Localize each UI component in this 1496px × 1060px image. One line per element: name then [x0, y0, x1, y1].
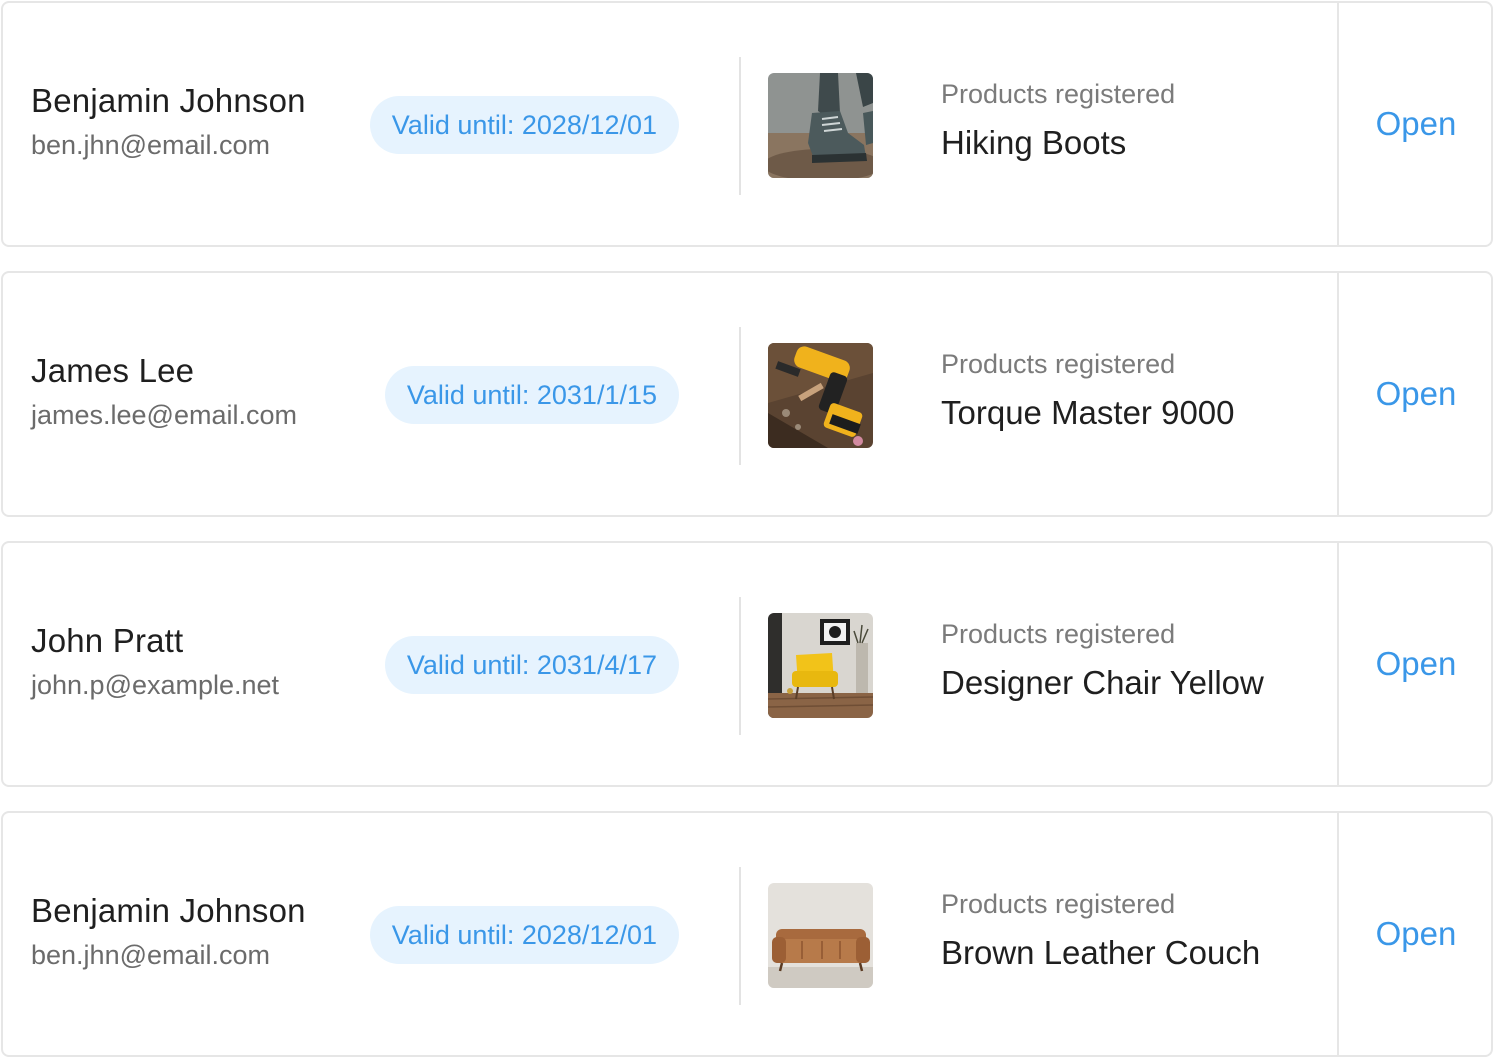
product-name: Torque Master 9000: [941, 394, 1235, 431]
product-info: Products registered Hiking Boots: [941, 77, 1331, 163]
validity-badge: Valid until: 2028/12/01: [369, 906, 679, 964]
product-info: Products registered Designer Chair Yello…: [941, 617, 1331, 703]
validity-badge: Valid until: 2031/1/15: [384, 366, 679, 424]
divider: [739, 867, 741, 1005]
customer-email: john.p@example.net: [31, 670, 280, 700]
open-button[interactable]: Open: [1339, 543, 1493, 785]
customer-email: ben.jhn@email.com: [31, 940, 271, 970]
customer-name: John Pratt: [31, 622, 184, 659]
product-caption: Products registered: [941, 349, 1176, 379]
yellow-armchair-image: [768, 613, 873, 718]
product-thumbnail: [768, 613, 873, 718]
validity-badge: Valid until: 2031/4/17: [384, 636, 679, 694]
product-caption: Products registered: [941, 619, 1176, 649]
registration-card: Benjamin Johnson ben.jhn@email.com Valid…: [1, 1, 1493, 247]
product-caption: Products registered: [941, 79, 1176, 109]
registration-list: Benjamin Johnson ben.jhn@email.com Valid…: [0, 0, 1496, 1060]
product-info: Products registered Torque Master 9000: [941, 347, 1331, 433]
divider: [739, 57, 741, 195]
product-thumbnail: [768, 343, 873, 448]
customer-name: Benjamin Johnson: [31, 892, 306, 929]
product-name: Brown Leather Couch: [941, 934, 1261, 971]
registration-card: James Lee james.lee@email.com Valid unti…: [1, 271, 1493, 517]
divider: [739, 327, 741, 465]
product-caption: Products registered: [941, 889, 1176, 919]
hiking-boots-image: [768, 73, 873, 178]
customer-email: ben.jhn@email.com: [31, 130, 271, 160]
validity-badge: Valid until: 2028/12/01: [369, 96, 679, 154]
leather-couch-image: [768, 883, 873, 988]
customer-name: Benjamin Johnson: [31, 82, 306, 119]
open-button[interactable]: Open: [1339, 3, 1493, 245]
product-thumbnail: [768, 73, 873, 178]
product-name: Designer Chair Yellow: [941, 664, 1264, 701]
open-button[interactable]: Open: [1339, 273, 1493, 515]
customer-info: Benjamin Johnson ben.jhn@email.com: [31, 81, 351, 161]
product-info: Products registered Brown Leather Couch: [941, 887, 1331, 973]
open-button[interactable]: Open: [1339, 813, 1493, 1055]
divider: [739, 597, 741, 735]
product-thumbnail: [768, 883, 873, 988]
customer-info: John Pratt john.p@example.net: [31, 621, 351, 701]
registration-card: Benjamin Johnson ben.jhn@email.com Valid…: [1, 811, 1493, 1057]
power-drill-image: [768, 343, 873, 448]
customer-email: james.lee@email.com: [31, 400, 297, 430]
customer-info: Benjamin Johnson ben.jhn@email.com: [31, 891, 351, 971]
product-name: Hiking Boots: [941, 124, 1127, 161]
customer-name: James Lee: [31, 352, 195, 389]
registration-card: John Pratt john.p@example.net Valid unti…: [1, 541, 1493, 787]
customer-info: James Lee james.lee@email.com: [31, 351, 351, 431]
